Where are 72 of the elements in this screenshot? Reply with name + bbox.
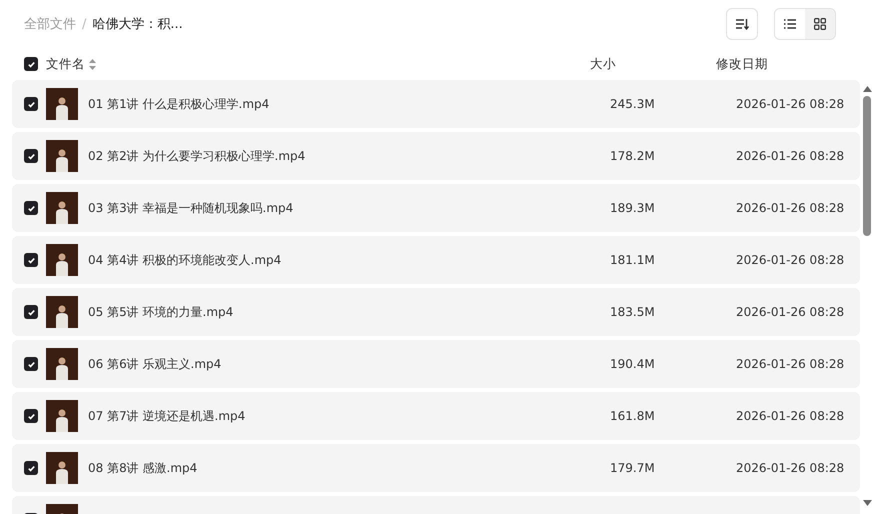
video-thumbnail bbox=[46, 296, 78, 328]
file-row[interactable]: 07 第7讲 逆境还是机遇.mp4 161.8M 2026-01-26 08:28 bbox=[12, 392, 860, 440]
video-thumbnail bbox=[46, 400, 78, 432]
breadcrumb-item[interactable]: 哈佛大学：积... bbox=[92, 15, 183, 33]
sort-button[interactable] bbox=[726, 8, 758, 40]
file-row[interactable]: 03 第3讲 幸福是一种随机现象吗.mp4 189.3M 2026-01-26 08:28 bbox=[12, 184, 860, 232]
video-thumbnail bbox=[46, 244, 78, 276]
file-size: 183.5M bbox=[610, 305, 656, 319]
file-size: 179.7M bbox=[610, 461, 656, 475]
file-size: 190.4M bbox=[610, 357, 656, 371]
checkbox[interactable] bbox=[24, 409, 38, 423]
list-icon bbox=[784, 19, 796, 29]
check-icon bbox=[26, 412, 36, 420]
column-header[interactable]: 修改日期 bbox=[716, 56, 768, 72]
checkbox[interactable] bbox=[24, 461, 38, 475]
file-name: 02 第2讲 为什么要学习积极心理学.mp4 bbox=[88, 148, 306, 164]
video-thumbnail bbox=[46, 192, 78, 224]
modified-date: 2026-01-26 08:28 bbox=[736, 305, 846, 319]
file-row[interactable]: 06 第6讲 乐观主义.mp4 190.4M 2026-01-26 08:28 bbox=[12, 340, 860, 388]
check-icon bbox=[26, 464, 36, 472]
checkbox[interactable] bbox=[24, 253, 38, 267]
checkbox[interactable] bbox=[24, 97, 38, 111]
check-icon bbox=[26, 360, 36, 368]
file-row[interactable]: 08 第8讲 感激.mp4 179.7M 2026-01-26 08:28 bbox=[12, 444, 860, 492]
checkbox[interactable] bbox=[24, 357, 38, 371]
file-size: 245.3M bbox=[610, 97, 656, 111]
checkbox[interactable] bbox=[24, 149, 38, 163]
sort-icon bbox=[735, 18, 749, 30]
file-name: 08 第8讲 感激.mp4 bbox=[88, 460, 198, 476]
modified-date: 2026-01-26 08:28 bbox=[736, 97, 846, 111]
video-thumbnail bbox=[46, 88, 78, 120]
file-size: 189.3M bbox=[610, 201, 656, 215]
modified-date: 2026-01-26 08:28 bbox=[736, 253, 846, 267]
file-size: 181.1M bbox=[610, 253, 656, 267]
modified-date: 2026-01-26 08:28 bbox=[736, 357, 846, 371]
check-icon bbox=[26, 204, 36, 212]
check-icon bbox=[26, 60, 36, 68]
video-thumbnail bbox=[46, 140, 78, 172]
check-icon bbox=[26, 152, 36, 160]
column-header[interactable]: 大小 bbox=[590, 56, 616, 72]
breadcrumb-separator: / bbox=[82, 16, 86, 32]
column-header[interactable]: 文件名 bbox=[46, 56, 85, 72]
scrollbar-thumb[interactable] bbox=[863, 96, 871, 236]
grid-icon bbox=[814, 18, 826, 30]
file-name: 07 第7讲 逆境还是机遇.mp4 bbox=[88, 408, 246, 424]
scroll-down-icon[interactable] bbox=[862, 500, 872, 506]
video-thumbnail bbox=[46, 452, 78, 484]
file-name: 04 第4讲 积极的环境能改变人.mp4 bbox=[88, 252, 282, 268]
file-row[interactable]: 04 第4讲 积极的环境能改变人.mp4 181.1M 2026-01-26 08:28 bbox=[12, 236, 860, 284]
modified-date: 2026-01-26 08:28 bbox=[736, 461, 846, 475]
file-size: 161.8M bbox=[610, 409, 656, 423]
file-row[interactable]: 05 第5讲 环境的力量.mp4 183.5M 2026-01-26 08:28 bbox=[12, 288, 860, 336]
list-view-button[interactable] bbox=[775, 9, 805, 39]
video-thumbnail bbox=[46, 348, 78, 380]
modified-date: 2026-01-26 08:28 bbox=[736, 149, 846, 163]
modified-date: 2026-01-26 08:28 bbox=[736, 409, 846, 423]
sort-arrows-icon[interactable] bbox=[89, 58, 96, 70]
modified-date: 2026-01-26 08:28 bbox=[736, 201, 846, 215]
checkbox[interactable] bbox=[24, 305, 38, 319]
file-size: 178.2M bbox=[610, 149, 656, 163]
check-icon bbox=[26, 100, 36, 108]
file-name: 05 第5讲 环境的力量.mp4 bbox=[88, 304, 234, 320]
checkbox[interactable] bbox=[24, 57, 38, 71]
file-row[interactable]: 02 第2讲 为什么要学习积极心理学.mp4 178.2M 2026-01-26 08:28 bbox=[12, 132, 860, 180]
check-icon bbox=[26, 256, 36, 264]
checkbox[interactable] bbox=[24, 201, 38, 215]
file-name: 03 第3讲 幸福是一种随机现象吗.mp4 bbox=[88, 200, 294, 216]
check-icon bbox=[26, 308, 36, 316]
file-row[interactable]: 01 第1讲 什么是积极心理学.mp4 245.3M 2026-01-26 08:28 bbox=[12, 80, 860, 128]
scroll-up-icon[interactable] bbox=[862, 86, 872, 92]
file-name: 01 第1讲 什么是积极心理学.mp4 bbox=[88, 96, 270, 112]
file-name: 06 第6讲 乐观主义.mp4 bbox=[88, 356, 222, 372]
